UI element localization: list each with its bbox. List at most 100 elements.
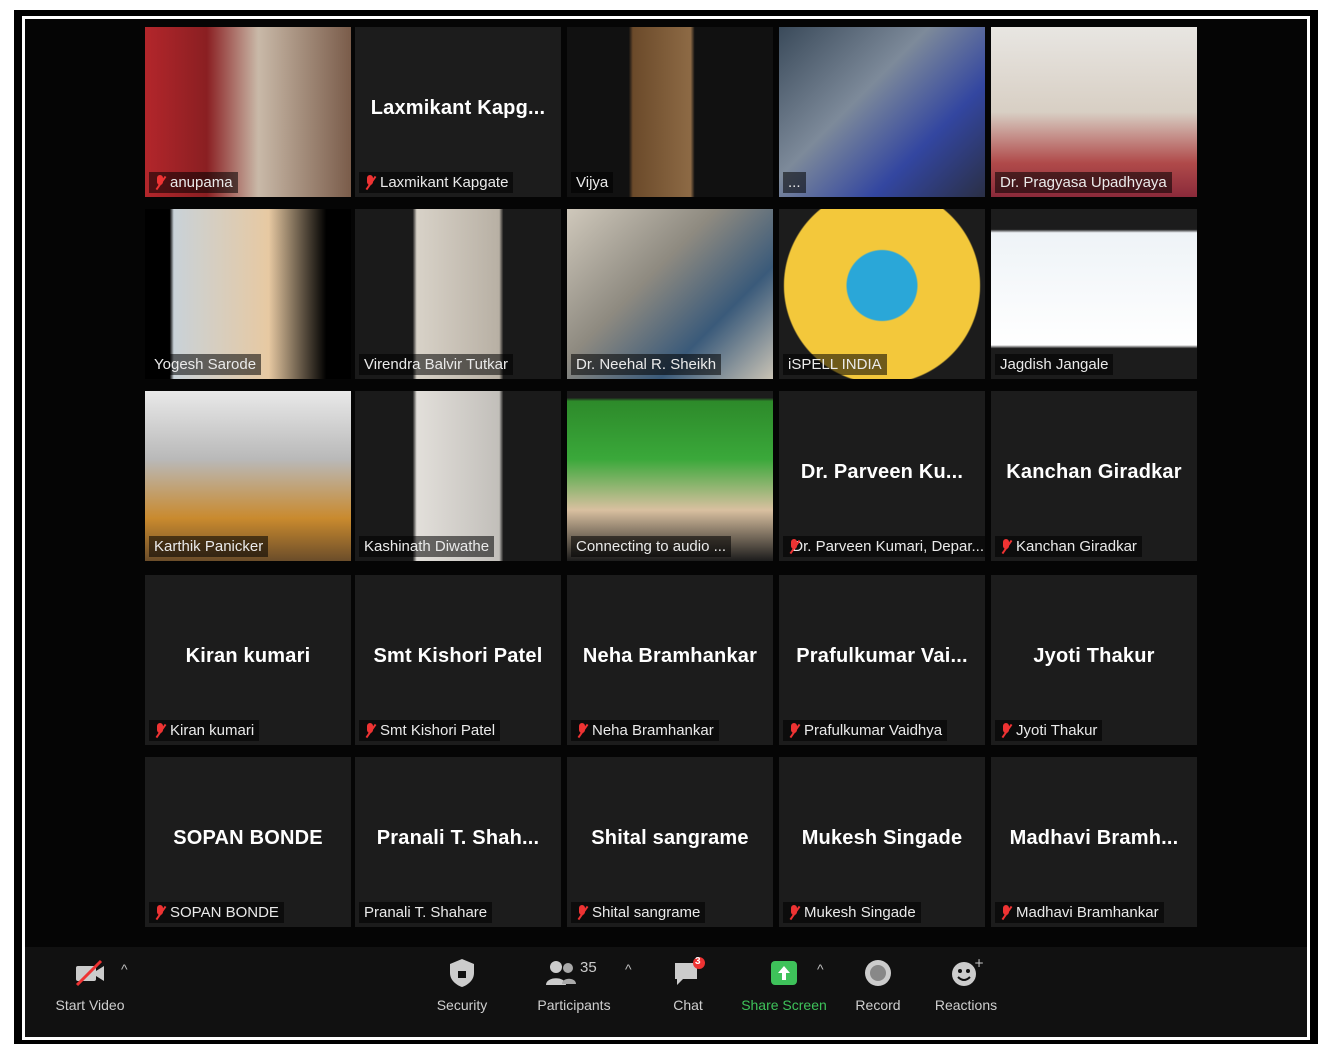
mic-muted-icon [154,174,166,191]
participant-name-label: Virendra Balvir Tutkar [359,354,513,375]
chat-label: Chat [673,997,703,1013]
participant-name-label: Dr. Neehal R. Sheikh [571,354,722,375]
mic-muted-icon [364,722,376,739]
start-video-button[interactable]: Start Video [35,957,145,1013]
participant-name: Pranali T. Shahare [364,904,488,921]
participant-name: Karthik Panicker [154,538,264,555]
participant-display-name: Kanchan Giradkar [1006,461,1182,483]
participant-name-label: Connecting to audio ... [571,536,732,557]
participant-display-name: Prafulkumar Vai... [796,645,968,667]
participant-name: Virendra Balvir Tutkar [364,356,508,373]
participant-tile[interactable]: SOPAN BONDE SOPAN BONDE [145,757,351,927]
shield-icon [445,957,479,989]
record-icon [861,957,895,989]
participant-display-name: Pranali T. Shah... [376,827,540,849]
participant-video [779,27,985,197]
participant-name-label: Mukesh Singade [783,902,921,923]
participant-name-label: iSPELL INDIA [783,354,887,375]
participant-name-label: Dr. Pragyasa Upadhyaya [995,172,1172,193]
participant-tile[interactable]: Vijya [567,27,773,197]
participant-name: Connecting to audio ... [576,538,727,555]
participant-display-name: Laxmikant Kapg... [370,97,546,119]
start-video-label: Start Video [55,997,125,1013]
participant-tile[interactable]: Mukesh Singade Mukesh Singade [779,757,985,927]
participant-tile[interactable]: Kashinath Diwathe [355,391,561,561]
security-label: Security [436,997,488,1013]
participant-name-label: SOPAN BONDE [149,902,284,923]
participant-display-name: Madhavi Bramh... [1009,827,1179,849]
video-options-caret[interactable]: ^ [121,961,128,977]
participant-name: Yogesh Sarode [154,356,257,373]
participant-name: Prafulkumar Vaidhya [804,722,943,739]
participant-tile[interactable]: Laxmikant Kapg... Laxmikant Kapgate [355,27,561,197]
participant-tile[interactable]: Kanchan Giradkar Kanchan Giradkar [991,391,1197,561]
participant-tile[interactable]: Shital sangrame Shital sangrame [567,757,773,927]
participant-display-name: Shital sangrame [591,827,749,849]
participant-name-label: Neha Bramhankar [571,720,719,741]
participant-tile[interactable]: Dr. Neehal R. Sheikh [567,209,773,379]
participants-options-caret[interactable]: ^ [625,961,632,977]
reactions-button[interactable]: + Reactions [911,956,1021,1013]
participant-name: Jagdish Jangale [1000,356,1109,373]
participant-name: Smt Kishori Patel [380,722,496,739]
participant-name: Kashinath Diwathe [364,538,490,555]
reactions-icon: + [949,956,984,989]
mic-muted-icon [788,904,800,921]
participant-name-label: Kanchan Giradkar [995,536,1142,557]
participants-count: 35 [580,959,597,976]
participant-name: Shital sangrame [592,904,701,921]
participant-name-label: Jyoti Thakur [995,720,1103,741]
mic-muted-icon [576,722,588,739]
participant-tile[interactable]: Jyoti Thakur Jyoti Thakur [991,575,1197,745]
participant-display-name: Jyoti Thakur [1033,645,1155,667]
share-screen-icon [767,957,801,989]
reactions-label: Reactions [934,997,998,1013]
participant-tile[interactable]: anupama [145,27,351,197]
participant-tile[interactable]: Dr. Parveen Ku... Dr. Parveen Kumari, Dep… [779,391,985,561]
participant-tile[interactable]: Dr. Pragyasa Upadhyaya [991,27,1197,197]
participant-name-label: Kiran kumari [149,720,260,741]
participant-tile[interactable]: Kiran kumari Kiran kumari [145,575,351,745]
participant-tile[interactable]: Jagdish Jangale [991,209,1197,379]
participant-name-label: Kashinath Diwathe [359,536,495,557]
participant-name: iSPELL INDIA [788,356,882,373]
chat-button[interactable]: 3 Chat [633,956,743,1013]
mic-muted-icon [364,174,376,191]
participant-tile[interactable]: Virendra Balvir Tutkar [355,209,561,379]
participant-tile[interactable]: Connecting to audio ... [567,391,773,561]
record-label: Record [855,997,901,1013]
participant-display-name: Kiran kumari [185,645,311,667]
participant-tile[interactable]: Smt Kishori Patel Smt Kishori Patel [355,575,561,745]
participant-name-label: Smt Kishori Patel [359,720,501,741]
mic-muted-icon [154,722,166,739]
participant-display-name: Mukesh Singade [801,827,963,849]
participant-tile[interactable]: Pranali T. Shah... Pranali T. Shahare [355,757,561,927]
chat-badge: 3 [695,956,701,967]
mic-muted-icon [788,722,800,739]
participant-tile[interactable]: Madhavi Bramh... Madhavi Bramhankar [991,757,1197,927]
participant-name: Neha Bramhankar [592,722,714,739]
mic-muted-icon [576,904,588,921]
participant-name-label: Prafulkumar Vaidhya [783,720,948,741]
participant-name: Vijya [576,174,609,191]
participant-name-label: Pranali T. Shahare [359,902,493,923]
participant-name: SOPAN BONDE [170,904,279,921]
participant-name-label: Laxmikant Kapgate [359,172,514,193]
security-button[interactable]: Security [407,957,517,1013]
participants-button[interactable]: 35 Participants [519,957,629,1013]
participant-tile[interactable]: ... [779,27,985,197]
mic-muted-icon [1000,722,1012,739]
participant-name-label: Vijya [571,172,614,193]
mic-muted-icon [154,904,166,921]
meeting-window: anupama Laxmikant Kapg... Laxmikant Kapgat… [22,16,1310,1040]
participant-name-label: Karthik Panicker [149,536,269,557]
participant-tile[interactable]: Karthik Panicker [145,391,351,561]
participant-tile[interactable]: iSPELL INDIA [779,209,985,379]
participant-name: Laxmikant Kapgate [380,174,509,191]
mic-muted-icon [1000,538,1012,555]
participant-tile[interactable]: Prafulkumar Vai... Prafulkumar Vaidhya [779,575,985,745]
participant-name-label: ... [783,172,806,193]
participant-tile[interactable]: Neha Bramhankar Neha Bramhankar [567,575,773,745]
participant-tile[interactable]: Yogesh Sarode [145,209,351,379]
participant-name: Dr. Pragyasa Upadhyaya [1000,174,1167,191]
